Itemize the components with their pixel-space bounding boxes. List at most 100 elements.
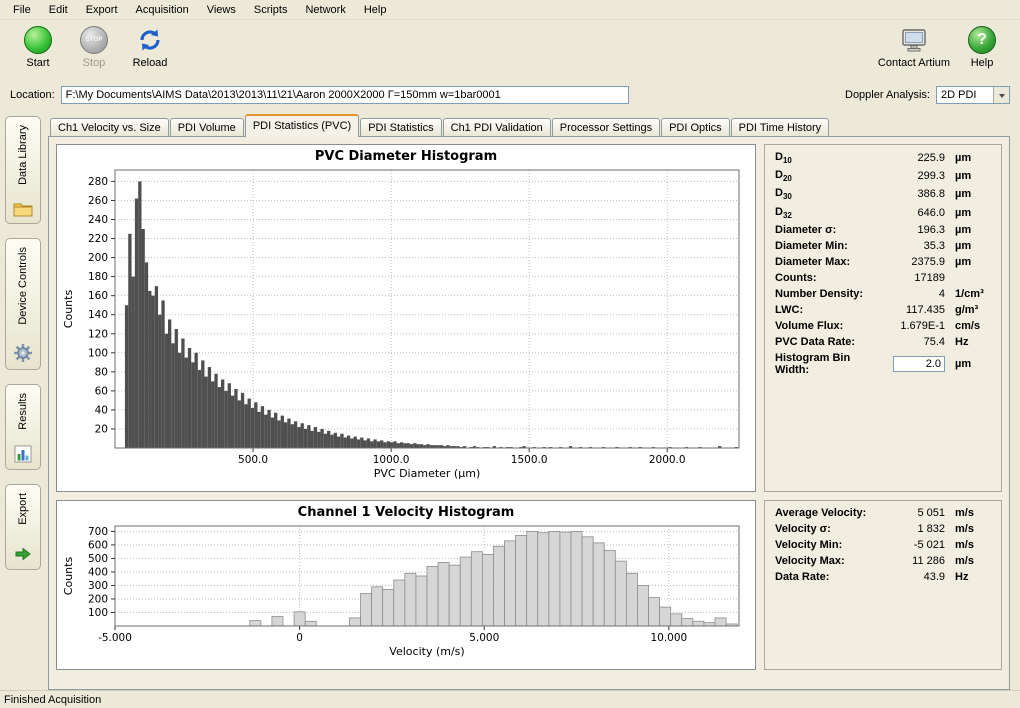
- pvc-stats-panel: D10225.9µmD20299.3µmD30386.8µmD32646.0µm…: [764, 144, 1002, 492]
- reload-label: Reload: [133, 57, 168, 69]
- stats-label: Velocity Max:: [775, 555, 904, 567]
- tab-pdi-statistics-pvc[interactable]: PDI Statistics (PVC): [245, 114, 359, 137]
- stats-row: Number Density:41/cm³: [765, 286, 1001, 302]
- svg-text:200: 200: [88, 252, 108, 264]
- sidebar-item-export[interactable]: Export: [5, 484, 41, 570]
- svg-text:PVC Diameter (µm): PVC Diameter (µm): [374, 467, 480, 480]
- tab-pdi-statistics[interactable]: PDI Statistics: [360, 118, 441, 137]
- stats-value: 1 832: [917, 523, 945, 535]
- tab-page: PVC Diameter Histogram 20406080100120140…: [48, 136, 1010, 690]
- stats-value: 299.3: [917, 170, 945, 182]
- tab-processor-settings[interactable]: Processor Settings: [552, 118, 660, 137]
- stats-label: D32: [775, 206, 909, 220]
- stats-unit: µm: [953, 188, 993, 200]
- stats-label: Volume Flux:: [775, 320, 892, 332]
- stats-unit: µm: [953, 358, 993, 370]
- velocity-histogram-plot: 100200300400500600700-5.00005.00010.000C…: [59, 520, 753, 660]
- reload-button[interactable]: Reload: [122, 24, 178, 69]
- stats-row: Data Rate: 43.9 Hz: [765, 569, 1001, 585]
- tab-ch1-pdi-validation[interactable]: Ch1 PDI Validation: [443, 118, 551, 137]
- toolbar: Start STOP Stop Reload Contact Artium: [0, 20, 1020, 82]
- stats-row: Volume Flux:1.679E-1cm/s: [765, 318, 1001, 334]
- stats-value: 1.679E-1: [900, 320, 945, 332]
- location-row: Location: Doppler Analysis: 2D PDI: [0, 82, 1020, 108]
- menu-file[interactable]: File: [4, 1, 40, 19]
- stats-unit: m/s: [953, 507, 993, 519]
- svg-text:5.000: 5.000: [469, 632, 499, 644]
- chart-title: Channel 1 Velocity Histogram: [59, 503, 753, 520]
- histogram-bin-width-input[interactable]: [893, 356, 945, 372]
- reload-icon: [136, 26, 164, 54]
- stats-row: Velocity Max:11 286m/s: [765, 553, 1001, 569]
- stats-value: 225.9: [917, 152, 945, 164]
- svg-text:220: 220: [88, 233, 108, 245]
- help-icon: ?: [968, 26, 996, 54]
- start-button[interactable]: Start: [10, 24, 66, 69]
- stats-unit: µm: [953, 152, 993, 164]
- tab-pdi-volume[interactable]: PDI Volume: [170, 118, 244, 137]
- menu-export[interactable]: Export: [77, 1, 127, 19]
- velocity-histogram: Channel 1 Velocity Histogram 10020030040…: [56, 500, 756, 670]
- svg-text:280: 280: [88, 176, 108, 188]
- svg-text:2000.0: 2000.0: [649, 454, 686, 466]
- svg-text:600: 600: [88, 539, 108, 551]
- menu-scripts[interactable]: Scripts: [245, 1, 297, 19]
- svg-text:160: 160: [88, 290, 108, 302]
- start-icon: [24, 26, 52, 54]
- sidebar-item-label: Export: [17, 493, 29, 525]
- menu-acquisition[interactable]: Acquisition: [127, 1, 198, 19]
- stats-row: D20299.3µm: [765, 167, 1001, 185]
- sidebar-item-data-library[interactable]: Data Library: [5, 116, 41, 224]
- doppler-analysis-select[interactable]: 2D PDI: [936, 86, 1010, 104]
- stats-row: D10225.9µm: [765, 149, 1001, 167]
- chart-icon: [14, 445, 32, 463]
- stats-unit: Hz: [953, 571, 993, 583]
- tab-pdi-optics[interactable]: PDI Optics: [661, 118, 730, 137]
- svg-text:240: 240: [88, 214, 108, 226]
- svg-text:10.000: 10.000: [650, 632, 687, 644]
- pvc-diameter-histogram: PVC Diameter Histogram 20406080100120140…: [56, 144, 756, 492]
- menu-network[interactable]: Network: [296, 1, 354, 19]
- tab-ch1-velocity-vs-size[interactable]: Ch1 Velocity vs. Size: [50, 118, 169, 137]
- menu-views[interactable]: Views: [198, 1, 245, 19]
- stats-value: -5 021: [914, 539, 945, 551]
- gear-icon: [13, 343, 33, 363]
- stats-value: 386.8: [917, 188, 945, 200]
- stats-label: Velocity Min:: [775, 539, 906, 551]
- contact-artium-button[interactable]: Contact Artium: [874, 24, 954, 69]
- stats-unit: µm: [953, 170, 993, 182]
- stop-icon: STOP: [80, 26, 108, 54]
- pvc-section: PVC Diameter Histogram 20406080100120140…: [56, 144, 1002, 492]
- stats-unit: g/m³: [953, 304, 993, 316]
- help-button[interactable]: ? Help: [954, 24, 1010, 69]
- svg-text:180: 180: [88, 271, 108, 283]
- stats-row: PVC Data Rate:75.4Hz: [765, 334, 1001, 350]
- stats-value: 43.9: [924, 571, 945, 583]
- sidebar-item-results[interactable]: Results: [5, 384, 41, 470]
- stats-label: LWC:: [775, 304, 898, 316]
- svg-text:1000.0: 1000.0: [373, 454, 410, 466]
- doppler-analysis-value: 2D PDI: [937, 89, 993, 101]
- stats-value: [893, 356, 945, 372]
- svg-text:1500.0: 1500.0: [511, 454, 548, 466]
- stats-label: Velocity σ:: [775, 523, 909, 535]
- stats-label: Diameter σ:: [775, 224, 909, 236]
- stats-unit: Hz: [953, 336, 993, 348]
- stats-label: Data Rate:: [775, 571, 916, 583]
- svg-text:700: 700: [88, 526, 108, 538]
- sidebar-item-label: Results: [17, 393, 29, 430]
- velocity-section: Channel 1 Velocity Histogram 10020030040…: [56, 500, 1002, 670]
- stats-label: D30: [775, 187, 909, 201]
- menu-help[interactable]: Help: [355, 1, 396, 19]
- sidebar-item-device-controls[interactable]: Device Controls: [5, 238, 41, 370]
- stats-row: D30 386.8 µm: [765, 185, 1001, 203]
- location-input[interactable]: [61, 86, 629, 104]
- stats-value: 11 286: [912, 555, 945, 567]
- stop-button[interactable]: STOP Stop: [66, 24, 122, 69]
- stats-label: Average Velocity:: [775, 507, 909, 519]
- tab-pdi-time-history[interactable]: PDI Time History: [731, 118, 830, 137]
- folder-icon: [13, 200, 33, 217]
- svg-text:300: 300: [88, 580, 108, 592]
- stats-value: 75.4: [924, 336, 945, 348]
- menu-edit[interactable]: Edit: [40, 1, 77, 19]
